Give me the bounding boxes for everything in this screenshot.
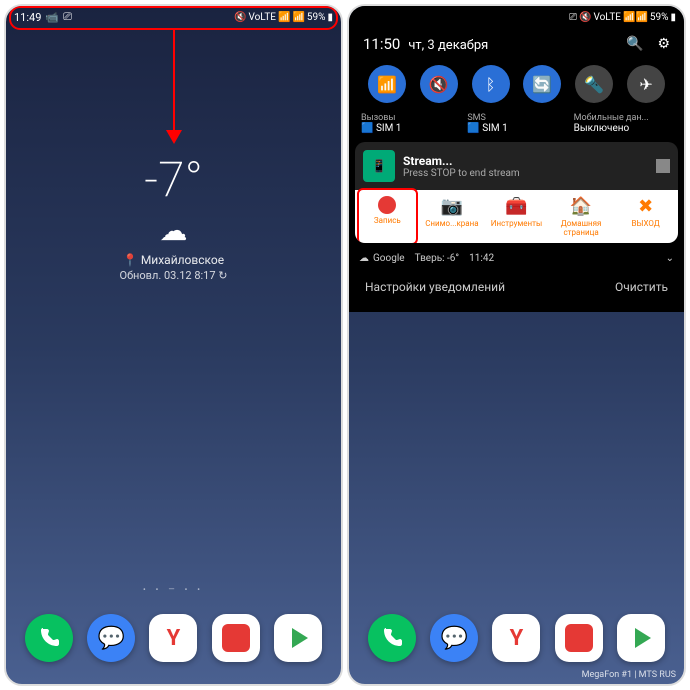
phone-app[interactable] — [25, 614, 73, 662]
statusbar[interactable]: ⎚ 🔇 VoLTE 📶📶 59% ▮ — [349, 6, 684, 28]
record-button[interactable]: Запись — [355, 190, 420, 243]
google-weather-row[interactable]: ☁ Google Тверь: -6° 11:42 ⌄ — [349, 247, 684, 270]
sim-data[interactable]: Мобильные дан...Выключено — [570, 113, 676, 134]
refresh-icon: ↻ — [218, 269, 227, 282]
dock: 💬 Y — [6, 614, 341, 662]
app-icon: 📱 — [363, 150, 395, 182]
wifi-toggle[interactable]: 📶 — [368, 65, 406, 103]
weather-icon: ☁ — [6, 214, 341, 247]
screenshot-button[interactable]: 📷Снимо...крана — [420, 190, 485, 243]
gear-icon[interactable]: ⚙ — [657, 36, 670, 52]
sim-calls[interactable]: Вызовы🟦 SIM 1 — [357, 113, 463, 134]
camera-app[interactable] — [555, 614, 603, 662]
notif-settings-button[interactable]: Настройки уведомлений — [365, 280, 505, 294]
phone-app[interactable] — [368, 614, 416, 662]
carrier-label: MegaFon #1 | MTS RUS — [582, 670, 676, 680]
camera-app[interactable] — [212, 614, 260, 662]
shade-date: чт, 3 декабря — [408, 38, 488, 53]
exit-button[interactable]: ✖ВЫХОД — [613, 190, 678, 243]
search-icon[interactable]: 🔍 — [626, 36, 643, 52]
sound-toggle[interactable]: 🔇 — [420, 65, 458, 103]
notif-subtitle: Press STOP to end stream — [403, 168, 648, 179]
stop-icon[interactable] — [656, 159, 670, 173]
notif-actions: Запись 📷Снимо...крана 🧰Инструменты 🏠Дома… — [355, 190, 678, 243]
yandex-app[interactable]: Y — [149, 614, 197, 662]
page-indicator: • • — • • — [6, 585, 341, 594]
messages-app[interactable]: 💬 — [87, 614, 135, 662]
weather-widget[interactable]: -7° ☁ 📍 Михайловское Обновл. 03.12 8:17 … — [6, 151, 341, 282]
tools-button[interactable]: 🧰Инструменты — [484, 190, 549, 243]
temperature: -7° — [6, 151, 341, 208]
phone-right: ⎚ 🔇 VoLTE 📶📶 59% ▮ 11:50 чт, 3 декабря 🔍… — [347, 4, 686, 686]
statusbar-highlight — [9, 6, 338, 30]
updated-text: Обновл. 03.12 8:17 ↻ — [6, 269, 341, 282]
signal-icon: 📶📶 — [623, 12, 648, 23]
clear-button[interactable]: Очистить — [615, 280, 668, 294]
play-store-app[interactable] — [617, 614, 665, 662]
cast-icon: ⎚ — [569, 12, 577, 23]
phone-left: 11:49 📹 ⎚ 🔇 VoLTE 📶 📶 59% ▮ -7° ☁ 📍 Миха… — [4, 4, 343, 686]
airplane-toggle[interactable]: ✈ — [627, 65, 665, 103]
bluetooth-toggle[interactable]: ᛒ — [472, 65, 510, 103]
notification-shade: 11:50 чт, 3 декабря 🔍 ⚙ 📶 🔇 ᛒ 🔄 🔦 ✈ Вызо… — [349, 28, 684, 312]
battery-icon: ▮ — [670, 12, 676, 23]
cloud-icon: ☁ — [359, 253, 369, 264]
home-button[interactable]: 🏠Домашняя страница — [549, 190, 614, 243]
rotate-toggle[interactable]: 🔄 — [523, 65, 561, 103]
chevron-down-icon: ⌄ — [666, 253, 674, 264]
shade-time: 11:50 — [363, 35, 400, 53]
notif-title: Stream... — [403, 154, 648, 168]
play-store-app[interactable] — [274, 614, 322, 662]
sim-row: Вызовы🟦 SIM 1 SMS🟦 SIM 1 Мобильные дан..… — [349, 109, 684, 138]
volte-icon: VoLTE — [593, 12, 621, 23]
sim-sms[interactable]: SMS🟦 SIM 1 — [463, 113, 569, 134]
shade-footer: Настройки уведомлений Очистить — [349, 270, 684, 304]
location: 📍 Михайловское — [6, 253, 341, 267]
pin-icon: 📍 — [123, 253, 138, 267]
stream-notification[interactable]: 📱 Stream... Press STOP to end stream Зап… — [355, 142, 678, 243]
yandex-app[interactable]: Y — [492, 614, 540, 662]
dock: 💬 Y — [349, 614, 684, 662]
annotation-arrow — [166, 30, 182, 144]
quick-settings: 📶 🔇 ᛒ 🔄 🔦 ✈ — [349, 59, 684, 109]
mute-icon: 🔇 — [579, 12, 591, 23]
flashlight-toggle[interactable]: 🔦 — [575, 65, 613, 103]
messages-app[interactable]: 💬 — [430, 614, 478, 662]
battery-text: 59% — [650, 12, 669, 23]
